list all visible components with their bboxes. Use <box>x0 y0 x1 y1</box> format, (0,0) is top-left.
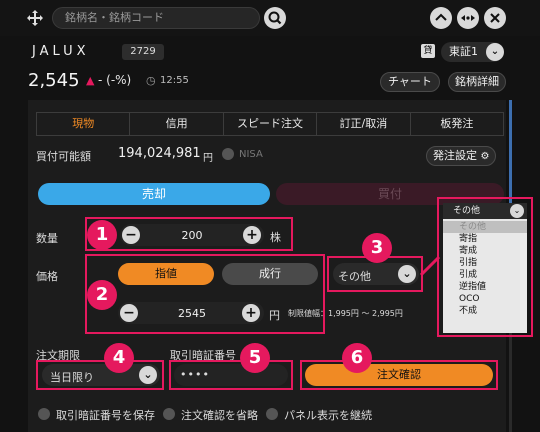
clock-icon: ◷ <box>146 74 156 87</box>
nisa-label: NISA <box>239 149 263 160</box>
dropdown-option[interactable]: 引成 <box>443 269 527 281</box>
chevron-down-icon: ⌄ <box>139 366 157 384</box>
order-confirm-button[interactable]: 注文確認 <box>305 364 493 386</box>
stock-detail-button[interactable]: 銘柄詳細 <box>448 72 506 92</box>
up-triangle-icon: ▲ <box>86 74 95 87</box>
step-marker-5: 5 <box>240 343 270 373</box>
market-select[interactable]: 東証1 ⌄ <box>441 42 504 62</box>
loan-badge: 貸 <box>421 44 435 58</box>
search-button[interactable] <box>264 7 286 29</box>
price-time: 12:55 <box>160 75 189 86</box>
limit-order-button[interactable]: 指値 <box>118 263 214 285</box>
tab-modify-cancel[interactable]: 訂正/取消 <box>317 113 411 135</box>
pin-value: •••• <box>180 368 210 381</box>
nisa-radio[interactable] <box>222 148 234 160</box>
step-marker-3: 3 <box>362 233 392 263</box>
move-icon[interactable] <box>26 9 44 27</box>
tab-margin[interactable]: 信用 <box>130 113 224 135</box>
sell-button[interactable]: 売却 <box>38 183 270 205</box>
dropdown-selected[interactable]: その他 ⌄ <box>443 203 527 219</box>
chevron-down-icon: ⌄ <box>398 265 416 283</box>
dropdown-selected-label: その他 <box>453 206 481 216</box>
order-settings-button[interactable]: 発注設定 ⚙ <box>426 146 496 166</box>
market-label: 東証1 <box>449 45 478 58</box>
collapse-button[interactable] <box>430 7 452 29</box>
search-icon <box>268 11 282 25</box>
price-label: 価格 <box>36 270 58 283</box>
chevron-down-icon: ⌄ <box>486 43 504 61</box>
buying-power-unit: 円 <box>203 153 213 164</box>
buying-power-value: 194,024,981 <box>118 146 201 161</box>
dropdown-option[interactable]: その他 <box>443 221 527 233</box>
step-marker-1: 1 <box>87 220 117 250</box>
order-type-tabs: 現物 信用 スピード注文 訂正/取消 板発注 <box>36 112 504 136</box>
tab-speed-order[interactable]: スピード注文 <box>224 113 318 135</box>
keep-panel-label: パネル表示を継続 <box>284 409 372 422</box>
skip-confirm-label: 注文確認を省略 <box>181 409 258 422</box>
quantity-decrement-button[interactable]: − <box>122 226 140 244</box>
price-decrement-button[interactable]: − <box>120 304 138 322</box>
step-marker-2: 2 <box>87 280 117 310</box>
quantity-unit: 株 <box>270 231 281 244</box>
expand-button[interactable] <box>457 7 479 29</box>
price-input[interactable]: 2545 <box>148 307 236 320</box>
dropdown-option[interactable]: 寄成 <box>443 245 527 257</box>
skip-confirm-radio[interactable] <box>163 408 175 420</box>
quantity-increment-button[interactable]: + <box>243 226 261 244</box>
close-icon <box>490 13 500 23</box>
close-button[interactable] <box>484 7 506 29</box>
dropdown-option[interactable]: 不成 <box>443 305 527 317</box>
price-unit: 円 <box>269 309 280 322</box>
market-order-button[interactable]: 成行 <box>222 263 318 285</box>
dropdown-option[interactable]: OCO <box>443 293 527 305</box>
gear-icon: ⚙ <box>480 151 490 162</box>
tab-board-order[interactable]: 板発注 <box>411 113 503 135</box>
expand-arrows-icon <box>461 15 475 21</box>
condition-label: その他 <box>338 270 371 283</box>
dropdown-option[interactable]: 引指 <box>443 257 527 269</box>
dropdown-option[interactable]: 寄指 <box>443 233 527 245</box>
search-input[interactable]: 銘柄名・銘柄コード <box>52 7 260 29</box>
chevron-down-icon: ⌄ <box>510 204 524 218</box>
current-price: 2,545 <box>28 70 80 91</box>
save-pin-label: 取引暗証番号を保存 <box>56 409 155 422</box>
price-increment-button[interactable]: + <box>242 304 260 322</box>
price-limit-range: 制限値幅：1,995円 〜 2,995円 <box>288 309 403 318</box>
expiry-value: 当日限り <box>50 371 94 384</box>
condition-dropdown: その他 ⌄ その他 寄指 寄成 引指 引成 逆指値 OCO 不成 <box>443 203 527 333</box>
dropdown-option[interactable]: 逆指値 <box>443 281 527 293</box>
tab-spot[interactable]: 現物 <box>37 113 131 135</box>
quantity-label: 数量 <box>36 232 58 245</box>
step-marker-4: 4 <box>104 343 134 373</box>
stock-name: JALUX <box>32 44 90 59</box>
save-pin-radio[interactable] <box>38 408 50 420</box>
chart-button[interactable]: チャート <box>380 72 440 92</box>
chevron-up-icon <box>435 13 447 21</box>
step-marker-6: 6 <box>342 343 372 373</box>
stock-code: 2729 <box>122 44 164 60</box>
buying-power-label: 買付可能額 <box>36 150 91 163</box>
keep-panel-radio[interactable] <box>266 408 278 420</box>
order-settings-label: 発注設定 <box>433 149 477 162</box>
price-change: - (-%) <box>98 73 132 87</box>
quantity-input[interactable]: 200 <box>150 229 234 242</box>
